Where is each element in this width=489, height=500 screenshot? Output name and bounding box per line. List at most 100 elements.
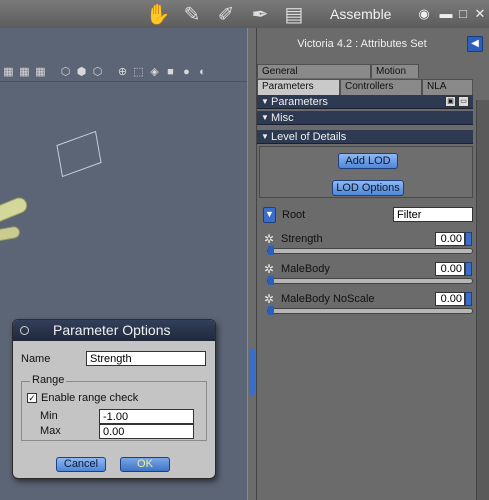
- name-field[interactable]: [86, 351, 206, 366]
- move-icon[interactable]: ⊕: [116, 65, 129, 78]
- tab-controllers[interactable]: Controllers: [340, 79, 422, 95]
- viewport-toolbar: ▦ ▦ ▦ ⬡ ⬢ ⬡ ⊕ ⬚ ◈ ■ ● ◐: [0, 62, 247, 82]
- parameters-section-header[interactable]: ▼ Parameters ▣ ▭: [257, 95, 473, 109]
- eye-icon[interactable]: ◉: [417, 7, 431, 21]
- shading-icon[interactable]: ⬡: [91, 65, 104, 78]
- param-slider[interactable]: [267, 306, 473, 315]
- hair-room-tab[interactable]: ✒: [248, 2, 272, 26]
- lod-options-button[interactable]: LOD Options: [332, 180, 404, 196]
- grid-icon[interactable]: ▦: [2, 65, 15, 78]
- grid-icon[interactable]: ▦: [34, 65, 47, 78]
- filter-input[interactable]: [393, 207, 473, 222]
- section-label: Level of Details: [271, 131, 347, 143]
- max-label: Max: [40, 425, 61, 437]
- tab-nla[interactable]: NLA: [422, 79, 473, 95]
- save-icon[interactable]: ▣: [445, 96, 456, 107]
- slider-knob[interactable]: [268, 276, 274, 285]
- dialog-title-bar[interactable]: Parameter Options: [13, 320, 215, 341]
- param-row[interactable]: ✲ MaleBody: [257, 260, 475, 288]
- min-label: Min: [40, 410, 58, 422]
- room-title: Assemble: [330, 6, 392, 22]
- param-value-field[interactable]: [435, 262, 465, 276]
- param-spinner[interactable]: [465, 292, 472, 306]
- range-group: Range ✓ Enable range check Min Max: [21, 374, 207, 441]
- ok-button[interactable]: OK: [120, 457, 170, 472]
- panel-menu-button[interactable]: ◀: [467, 36, 483, 52]
- close-icon[interactable]: [20, 326, 29, 335]
- param-slider[interactable]: [267, 246, 473, 255]
- tab-motion[interactable]: Motion: [371, 64, 419, 78]
- panel-splitter[interactable]: [247, 28, 257, 500]
- tabs-row-1: General Motion: [257, 64, 419, 78]
- brush-icon: ✐: [217, 3, 235, 26]
- arrow-left-icon: ◀: [471, 38, 479, 49]
- folder-icon[interactable]: ▭: [458, 96, 469, 107]
- maximize-icon[interactable]: □: [456, 7, 470, 21]
- grid-icon[interactable]: ▦: [18, 65, 31, 78]
- close-icon[interactable]: ✕: [473, 7, 487, 21]
- cancel-button[interactable]: Cancel: [56, 457, 106, 472]
- pen-icon: ✒: [251, 3, 269, 26]
- lod-section-header[interactable]: ▼ Level of Details: [257, 130, 473, 144]
- triangle-down-icon: ▼: [261, 97, 269, 106]
- face-room-tab[interactable]: ✎: [180, 2, 204, 26]
- shading-icon[interactable]: ⬡: [59, 65, 72, 78]
- gear-icon[interactable]: ✲: [264, 263, 276, 275]
- attributes-panel: Victoria 4.2 : Attributes Set ◀ General …: [257, 28, 489, 500]
- tab-general[interactable]: General: [257, 64, 371, 78]
- lod-box: Add LOD LOD Options: [259, 146, 473, 198]
- param-row[interactable]: ✲ Strength: [257, 230, 475, 258]
- hand-icon: ✋: [145, 3, 171, 26]
- select-icon[interactable]: ⬚: [132, 65, 145, 78]
- gear-icon[interactable]: ✲: [264, 293, 276, 305]
- movie-room-tab[interactable]: ▤: [282, 2, 306, 26]
- param-value-field[interactable]: [435, 232, 465, 246]
- section-tools: ▣ ▭: [445, 96, 469, 107]
- top-bar: ✋ ✎ ✐ ✒ ▤ Assemble ◉ ▬ □ ✕: [0, 0, 489, 28]
- shading-icon[interactable]: ⬢: [75, 65, 88, 78]
- material-room-tab[interactable]: ✐: [214, 2, 238, 26]
- param-spinner[interactable]: [465, 232, 472, 246]
- param-row[interactable]: ✲ MaleBody NoScale: [257, 290, 475, 318]
- cube-icon[interactable]: ■: [164, 65, 177, 78]
- root-toggle[interactable]: ▼: [263, 207, 276, 223]
- section-label: Misc: [271, 112, 294, 124]
- root-label: Root: [282, 209, 306, 221]
- chevron-down-icon: ▼: [265, 209, 274, 219]
- room-tabs: ✋ ✎ ✐ ✒ ▤: [146, 2, 306, 26]
- section-label: Parameters: [271, 96, 328, 108]
- enable-range-checkbox[interactable]: ✓: [27, 393, 37, 403]
- min-field[interactable]: [99, 409, 194, 424]
- param-spinner[interactable]: [465, 262, 472, 276]
- param-slider[interactable]: [267, 276, 473, 285]
- slider-knob[interactable]: [268, 306, 274, 315]
- pose-room-tab[interactable]: ✋: [145, 2, 171, 26]
- param-label: MaleBody NoScale: [281, 293, 375, 305]
- misc-section-header[interactable]: ▼ Misc: [257, 111, 473, 125]
- panel-scrollbar[interactable]: [476, 100, 489, 500]
- range-legend: Range: [30, 374, 67, 386]
- gear-icon[interactable]: ✲: [264, 233, 276, 245]
- minimize-icon[interactable]: ▬: [439, 7, 453, 21]
- param-value-field[interactable]: [435, 292, 465, 306]
- enable-range-label[interactable]: Enable range check: [41, 392, 138, 404]
- panel-title: Victoria 4.2 : Attributes Set: [297, 38, 427, 50]
- wireframe-object: [56, 130, 102, 178]
- sphere-icon[interactable]: ◐: [196, 65, 209, 78]
- app-window: ✋ ✎ ✐ ✒ ▤ Assemble ◉ ▬ □ ✕ ▦ ▦ ▦ ⬡ ⬢ ⬡ ⊕…: [0, 0, 489, 500]
- figure-limb: [0, 195, 30, 225]
- triangle-down-icon: ▼: [261, 113, 269, 122]
- tabs-row-2: Parameters Controllers NLA: [257, 79, 473, 95]
- cube-icon[interactable]: ◈: [148, 65, 161, 78]
- add-lod-button[interactable]: Add LOD: [338, 153, 398, 169]
- tab-parameters[interactable]: Parameters: [257, 79, 340, 95]
- slider-knob[interactable]: [268, 246, 274, 255]
- sphere-icon[interactable]: ●: [180, 65, 193, 78]
- figure-limb: [0, 225, 21, 243]
- max-field[interactable]: [99, 424, 194, 439]
- splitter-handle[interactable]: [249, 348, 255, 396]
- param-label: MaleBody: [281, 263, 330, 275]
- film-icon: ▤: [284, 3, 304, 26]
- parameter-options-dialog: Parameter Options Name Range ✓ Enable ra…: [12, 319, 216, 479]
- name-label: Name: [21, 353, 51, 365]
